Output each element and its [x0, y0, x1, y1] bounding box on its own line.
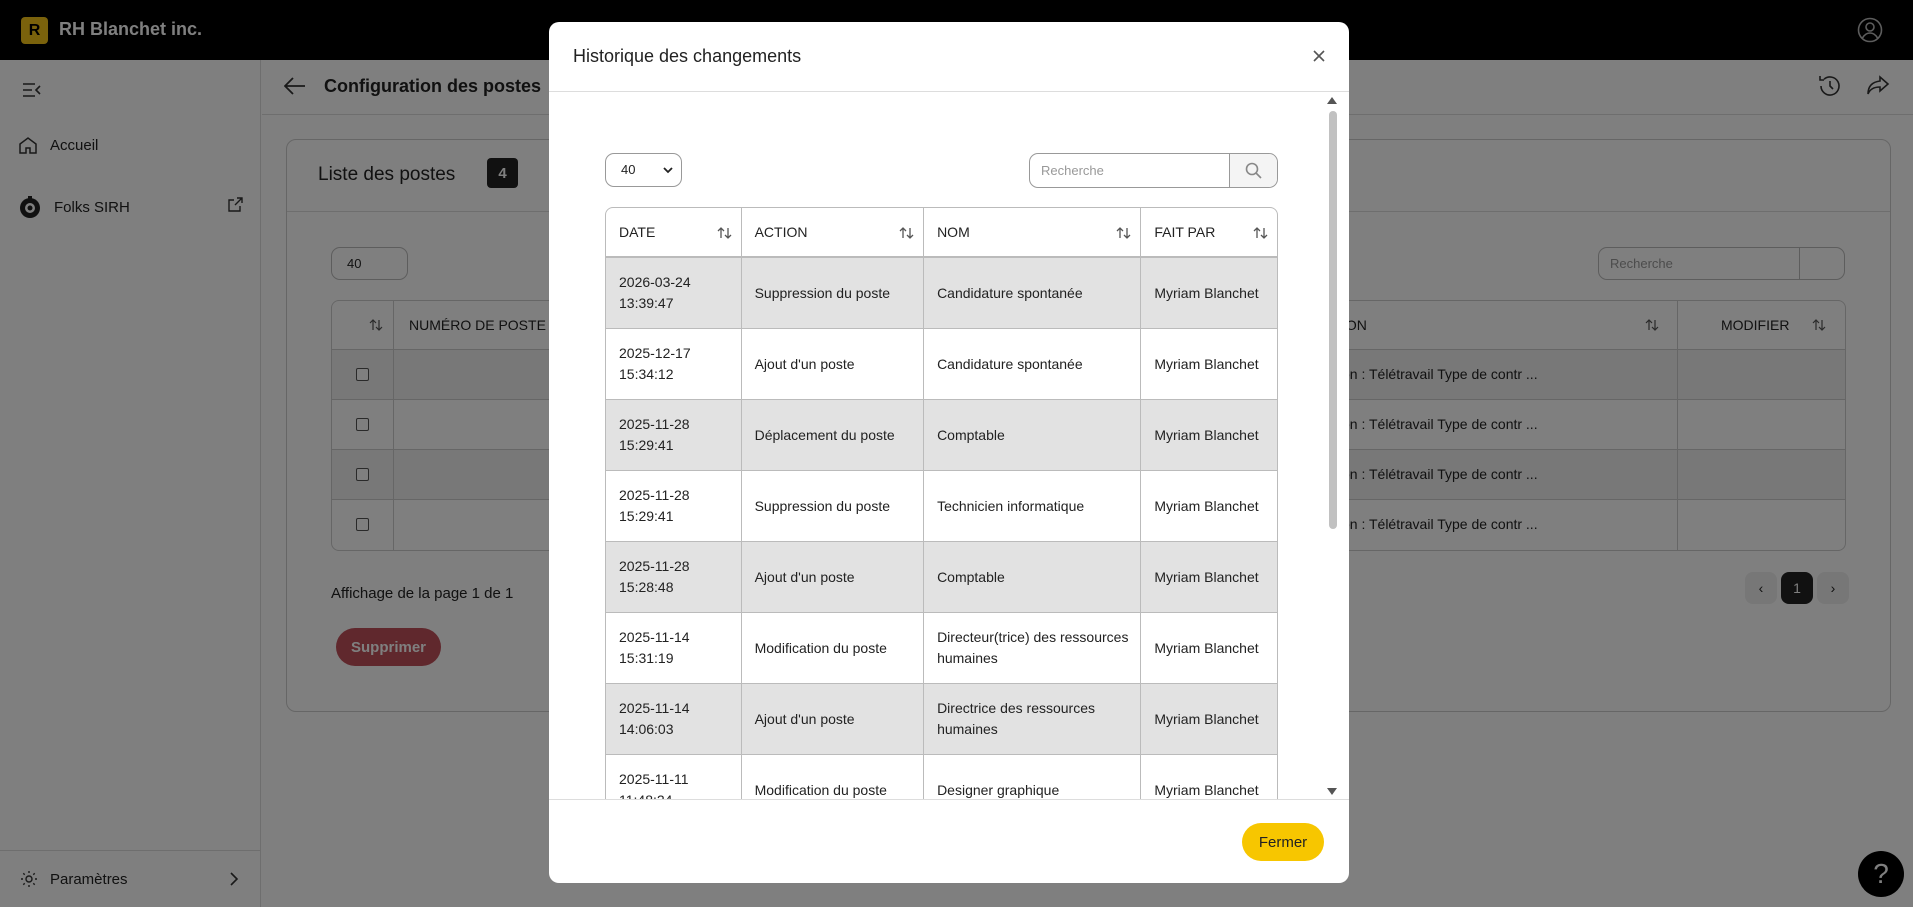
sort-icon[interactable] [1116, 226, 1132, 240]
modal-header: Historique des changements [549, 22, 1349, 92]
table-row[interactable]: 2025-11-28 15:29:41 Suppression du poste… [606, 471, 1277, 542]
cell-done-by: Myriam Blanchet [1141, 542, 1277, 613]
cell-action: Modification du poste [741, 613, 925, 684]
search-button[interactable] [1229, 154, 1277, 187]
search-placeholder: Recherche [1041, 163, 1104, 178]
cell-done-by: Myriam Blanchet [1141, 400, 1277, 471]
column-action[interactable]: ACTION [741, 208, 925, 258]
modal-body: 40 Recherche DATE ACTION NOM FAIT PAR 20… [549, 93, 1349, 799]
cell-date: 2025-11-28 15:29:41 [606, 471, 742, 542]
table-row[interactable]: 2025-11-14 15:31:19 Modification du post… [606, 613, 1277, 684]
chevron-down-icon [663, 167, 673, 174]
cell-done-by: Myriam Blanchet [1141, 471, 1277, 542]
cell-date: 2025-11-28 15:28:48 [606, 542, 742, 613]
cell-done-by: Myriam Blanchet [1141, 258, 1277, 329]
column-date[interactable]: DATE [606, 208, 742, 258]
sort-icon[interactable] [899, 226, 915, 240]
search-icon [1245, 162, 1262, 179]
sort-icon[interactable] [717, 226, 733, 240]
cell-date: 2025-11-14 14:06:03 [606, 684, 742, 755]
cell-action: Suppression du poste [741, 471, 925, 542]
close-button[interactable]: Fermer [1242, 823, 1324, 861]
cell-date: 2026-03-24 13:39:47 [606, 258, 742, 329]
modal-footer: Fermer [549, 799, 1349, 883]
page-size-value: 40 [621, 162, 636, 177]
cell-date: 2025-11-28 15:29:41 [606, 400, 742, 471]
sort-icon[interactable] [1253, 226, 1269, 240]
history-table: DATE ACTION NOM FAIT PAR 2026-03-24 13:3… [605, 207, 1278, 799]
cell-done-by: Myriam Blanchet [1141, 755, 1277, 799]
table-row[interactable]: 2026-03-24 13:39:47 Suppression du poste… [606, 258, 1277, 329]
cell-date: 2025-11-11 11:48:24 [606, 755, 742, 799]
cell-name: Designer graphique [924, 755, 1142, 799]
cell-name: Technicien informatique [924, 471, 1142, 542]
column-label: ACTION [754, 224, 808, 240]
cell-action: Ajout d'un poste [741, 329, 925, 400]
table-header: DATE ACTION NOM FAIT PAR [606, 208, 1277, 258]
table-row[interactable]: 2025-11-28 15:29:41 Déplacement du poste… [606, 400, 1277, 471]
search-input[interactable]: Recherche [1029, 153, 1278, 188]
cell-name: Comptable [924, 542, 1142, 613]
scrollbar-thumb[interactable] [1329, 111, 1337, 529]
column-label: FAIT PAR [1154, 224, 1216, 240]
cell-action: Ajout d'un poste [741, 684, 925, 755]
modal-title: Historique des changements [573, 46, 802, 66]
column-name[interactable]: NOM [924, 208, 1142, 258]
table-row[interactable]: 2025-11-14 14:06:03 Ajout d'un poste Dir… [606, 684, 1277, 755]
cell-name: Directeur(trice) des ressources humaines [924, 613, 1142, 684]
cell-action: Déplacement du poste [741, 400, 925, 471]
cell-name: Comptable [924, 400, 1142, 471]
scroll-down-arrow[interactable] [1327, 788, 1337, 795]
table-row[interactable]: 2025-11-11 11:48:24 Modification du post… [606, 755, 1277, 799]
cell-action: Modification du poste [742, 755, 925, 799]
cell-action: Ajout d'un poste [741, 542, 925, 613]
table-row[interactable]: 2025-12-17 15:34:12 Ajout d'un poste Can… [606, 329, 1277, 400]
table-row[interactable]: 2025-11-28 15:28:48 Ajout d'un poste Com… [606, 542, 1277, 613]
cell-name: Directrice des ressources humaines [924, 684, 1142, 755]
cell-action: Suppression du poste [741, 258, 925, 329]
cell-date: 2025-11-14 15:31:19 [606, 613, 742, 684]
cell-done-by: Myriam Blanchet [1141, 329, 1277, 400]
close-icon[interactable] [1312, 49, 1326, 63]
column-label: DATE [619, 224, 656, 240]
cell-name: Candidature spontanée [924, 258, 1142, 329]
cell-date: 2025-12-17 15:34:12 [606, 329, 742, 400]
column-label: NOM [937, 224, 970, 240]
history-modal: Historique des changements 40 Recherche … [549, 22, 1349, 883]
cell-done-by: Myriam Blanchet [1141, 684, 1277, 755]
scroll-up-arrow[interactable] [1327, 97, 1337, 104]
cell-name: Candidature spontanée [924, 329, 1142, 400]
column-done-by[interactable]: FAIT PAR [1141, 208, 1277, 258]
page-size-select[interactable]: 40 [605, 153, 682, 187]
cell-done-by: Myriam Blanchet [1141, 613, 1277, 684]
